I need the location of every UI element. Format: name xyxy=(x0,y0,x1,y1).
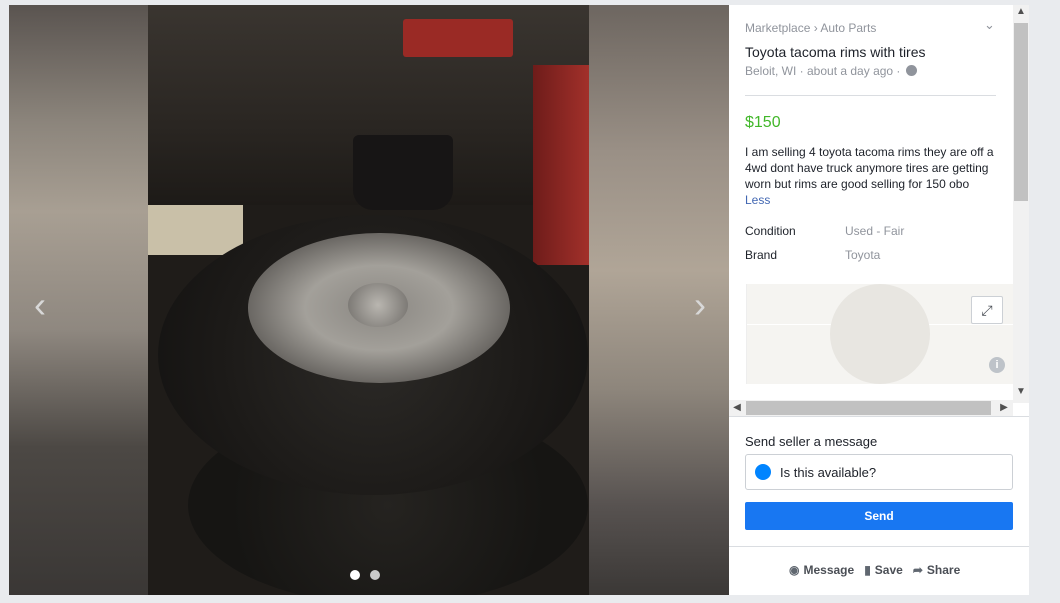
scroll-up-arrow-icon[interactable]: ▲ xyxy=(1013,5,1029,19)
messenger-icon: ◉ xyxy=(789,563,800,577)
expand-map-button[interactable]: ⤢ xyxy=(971,296,1003,324)
listing-description: I am selling 4 toyota tacoma rims they a… xyxy=(745,144,997,208)
horizontal-scrollbar[interactable]: ◀ ▶ xyxy=(729,400,1013,416)
photo-hub xyxy=(348,283,408,327)
chevron-down-icon[interactable]: ⌄ xyxy=(984,17,995,33)
globe-icon xyxy=(905,65,917,76)
photo-viewer[interactable]: ‹ › xyxy=(9,5,729,595)
info-icon[interactable]: i xyxy=(989,357,1005,373)
save-action-button[interactable]: ▮ Save xyxy=(864,563,903,577)
photo-cardboard xyxy=(148,205,243,255)
breadcrumb[interactable]: Marketplace › Auto Parts xyxy=(745,21,876,35)
bookmark-icon: ▮ xyxy=(864,563,871,577)
detail-row-condition: Condition Used - Fair xyxy=(745,224,904,238)
message-input-value[interactable]: Is this available? xyxy=(780,465,876,480)
share-action-button[interactable]: ➦ Share xyxy=(913,563,960,577)
message-action-label: Message xyxy=(803,563,855,577)
photo-bucket xyxy=(353,135,453,210)
send-message-label: Send seller a message xyxy=(745,434,878,449)
detail-value: Used - Fair xyxy=(845,224,905,238)
vertical-scrollbar[interactable]: ▲ ▼ xyxy=(1013,5,1029,403)
listing-title: Toyota tacoma rims with tires xyxy=(745,44,926,60)
scroll-down-arrow-icon[interactable]: ▼ xyxy=(1013,385,1029,399)
share-action-label: Share xyxy=(926,563,961,577)
photo-dot-1[interactable] xyxy=(350,570,360,580)
send-button[interactable]: Send xyxy=(745,502,1013,530)
divider xyxy=(745,95,996,96)
listing-photo xyxy=(148,5,589,595)
next-photo-button[interactable]: › xyxy=(685,285,715,325)
less-link[interactable]: Less xyxy=(745,193,770,207)
share-icon: ➦ xyxy=(912,563,923,577)
photo-pagination xyxy=(350,570,380,580)
divider xyxy=(729,416,1029,417)
location-map[interactable]: ⤢ i xyxy=(746,284,1013,384)
scrollbar-thumb[interactable] xyxy=(1014,23,1028,201)
listing-details-panel: Marketplace › Auto Parts ⌄ Toyota tacoma… xyxy=(729,5,1029,595)
photo-red-box xyxy=(403,19,513,57)
scroll-right-arrow-icon[interactable]: ▶ xyxy=(996,400,1012,416)
detail-row-brand: Brand Toyota xyxy=(745,248,880,262)
detail-label: Brand xyxy=(745,248,778,262)
scrollbar-thumb[interactable] xyxy=(746,401,991,415)
listing-price: $150 xyxy=(745,114,781,131)
map-area-circle xyxy=(830,284,930,384)
detail-value[interactable]: Toyota xyxy=(845,248,880,262)
listing-actions: ◉ Message ▮ Save ➦ Share xyxy=(789,563,960,577)
message-input[interactable]: Is this available? xyxy=(745,454,1013,490)
messenger-icon xyxy=(755,464,771,480)
location-time-text: Beloit, WI · about a day ago · xyxy=(745,64,901,78)
listing-location-time: Beloit, WI · about a day ago · xyxy=(745,64,917,78)
photo-red-cabinet xyxy=(533,65,589,265)
description-text: I am selling 4 toyota tacoma rims they a… xyxy=(745,145,994,191)
save-action-label: Save xyxy=(874,563,903,577)
photo-dot-2[interactable] xyxy=(370,570,380,580)
scroll-left-arrow-icon[interactable]: ◀ xyxy=(729,400,745,416)
detail-label: Condition xyxy=(745,224,796,238)
message-action-button[interactable]: ◉ Message xyxy=(789,563,854,577)
listing-scroll-area: Marketplace › Auto Parts ⌄ Toyota tacoma… xyxy=(729,5,1013,415)
divider xyxy=(729,546,1029,547)
previous-photo-button[interactable]: ‹ xyxy=(25,285,55,325)
